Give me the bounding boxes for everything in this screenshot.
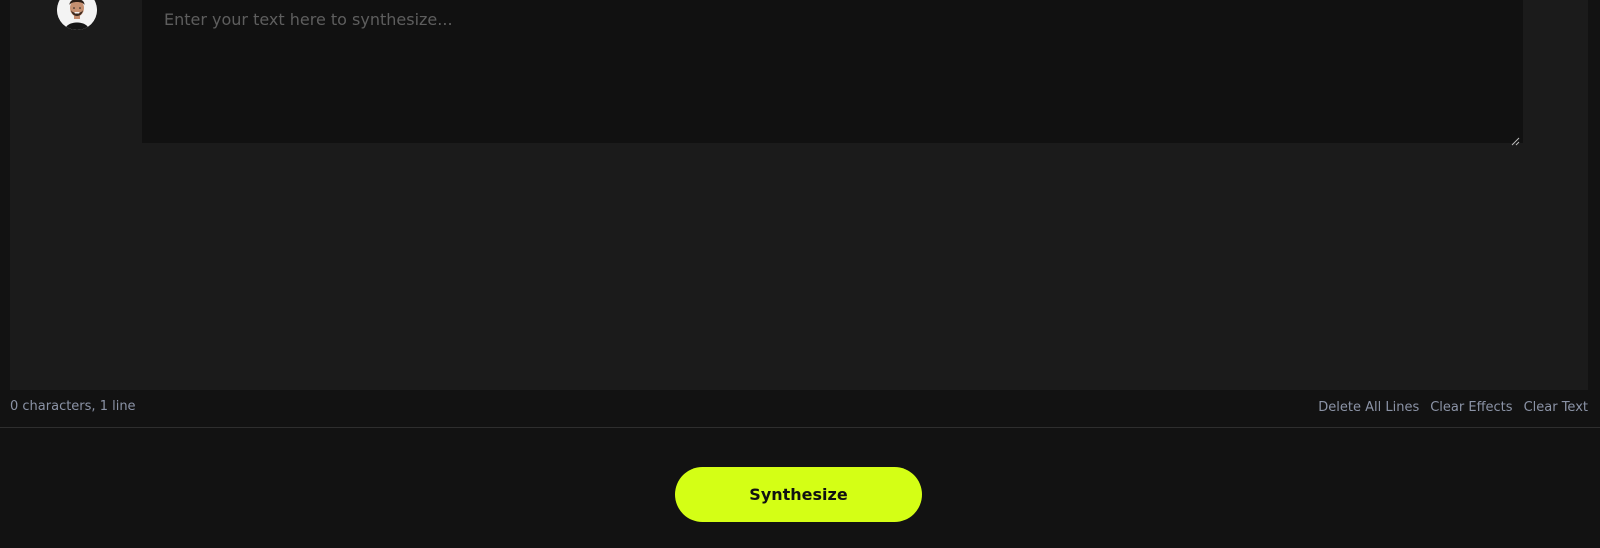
clear-text-button[interactable]: Clear Text <box>1524 400 1588 415</box>
editor-actions: Delete All Lines Clear Effects Clear Tex… <box>1318 400 1588 415</box>
resize-grip-icon[interactable] <box>1510 131 1520 146</box>
clear-effects-button[interactable]: Clear Effects <box>1430 400 1512 415</box>
editor-panel <box>10 0 1588 390</box>
delete-all-lines-button[interactable]: Delete All Lines <box>1318 400 1419 415</box>
status-bar: 0 characters, 1 line Delete All Lines Cl… <box>0 390 1600 428</box>
character-line-count: 0 characters, 1 line <box>10 399 136 414</box>
speaker-avatar[interactable] <box>57 0 97 30</box>
synthesis-text-input[interactable] <box>142 0 1523 143</box>
tts-editor-page: 0 characters, 1 line Delete All Lines Cl… <box>0 0 1600 548</box>
synthesize-button[interactable]: Synthesize <box>675 467 922 522</box>
